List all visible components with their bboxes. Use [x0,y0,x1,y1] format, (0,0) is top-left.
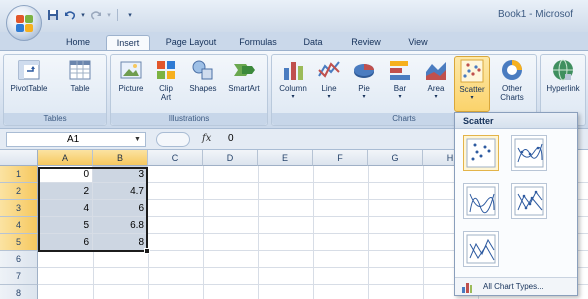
table-button[interactable]: Table [58,58,102,93]
hyperlink-label: Hyperlink [546,84,580,93]
area-chart-icon [424,58,448,82]
scatter-label: Scatter [459,85,485,94]
table-label: Table [70,84,90,93]
redo-dropdown-icon[interactable]: ▾ [106,8,112,22]
all-chart-types-label: All Chart Types... [483,282,544,291]
hyperlink-icon [551,58,575,82]
table-icon [68,58,92,82]
all-chart-types-button[interactable]: All Chart Types... [455,277,577,295]
office-button[interactable] [6,5,42,41]
shapes-icon [191,58,215,82]
shapes-button[interactable]: Shapes [185,58,221,93]
area-label: Area [427,84,445,93]
scatter-smooth-lines-markers-option[interactable] [511,135,547,171]
scatter-menu-header: Scatter [455,113,577,129]
formula-bar-expander[interactable] [156,132,190,147]
name-box-dropdown-icon[interactable]: ▼ [134,136,141,143]
all-chart-types-icon [462,283,472,293]
qat-separator [117,9,118,21]
bar-chart-button[interactable]: Bar ▾ [384,58,416,102]
fill-handle[interactable] [144,248,150,254]
scatter-straight-icon [466,234,496,264]
scatter-smooth-lines-option[interactable] [463,183,499,219]
illustrations-group: Picture Clip Art Shapes SmartArt Illustr… [110,54,268,126]
formula-area: fx 0 [156,132,456,147]
tab-formulas[interactable]: Formulas [232,35,284,51]
scatter-smooth-markers-icon [514,138,544,168]
smartart-icon [232,58,256,82]
picture-button[interactable]: Picture [113,58,149,93]
scatter-markers-only-option[interactable] [463,135,499,171]
area-chart-button[interactable]: Area ▾ [420,58,452,102]
line-chart-icon [317,58,341,82]
insert-function-icon[interactable]: fx [202,133,211,144]
pie-dropdown-icon: ▾ [362,94,366,100]
customize-qat-icon[interactable]: ▾ [123,8,137,22]
tab-view[interactable]: View [398,35,438,51]
tab-data[interactable]: Data [294,35,332,51]
line-label: Line [321,84,337,93]
shapes-label: Shapes [189,84,217,93]
clip-art-button[interactable]: Clip Art [151,58,181,102]
pivottable-button[interactable]: PivotTable [6,58,52,93]
line-dropdown-icon: ▾ [327,94,331,100]
area-dropdown-icon: ▾ [434,94,438,100]
clip-art-icon [154,58,178,82]
picture-icon [119,58,143,82]
bar-chart-icon [388,58,412,82]
scatter-markers-icon [466,138,496,168]
quick-access-toolbar: ▾ ▾ ▾ [46,7,137,23]
scatter-chart-icon [460,59,484,83]
column-chart-icon [281,58,305,82]
other-charts-icon [500,58,524,82]
column-chart-button[interactable]: Column ▾ [274,58,312,102]
hyperlink-button[interactable]: Hyperlink [541,58,585,93]
ribbon-tabs: Home Insert Page Layout Formulas Data Re… [0,32,588,51]
window-title: Book1 - Microsof [498,9,574,20]
scatter-straight-lines-markers-option[interactable] [511,183,547,219]
title-bar: ▾ ▾ ▾ Book1 - Microsof [0,0,588,32]
scatter-dropdown-icon: ▾ [470,95,474,101]
clip-art-label: Clip Art [159,84,173,102]
tab-insert[interactable]: Insert [106,35,150,51]
column-label: Column [279,84,307,93]
undo-icon[interactable] [63,8,77,22]
picture-label: Picture [118,84,144,93]
illustrations-group-label: Illustrations [111,113,267,125]
pie-chart-button[interactable]: Pie ▾ [348,58,380,102]
smartart-button[interactable]: SmartArt [223,58,265,93]
bar-label: Bar [393,84,407,93]
scatter-chart-button[interactable]: Scatter ▾ [454,56,490,112]
office-logo-icon [16,15,34,33]
save-icon[interactable] [46,8,60,22]
tables-group-label: Tables [4,113,106,125]
formula-input[interactable]: 0 [228,133,234,144]
column-dropdown-icon: ▾ [291,94,295,100]
excel-window: ▾ ▾ ▾ Book1 - Microsof Home Insert Page … [0,0,588,299]
tab-review[interactable]: Review [344,35,388,51]
other-charts-button[interactable]: Other Charts [492,58,532,102]
pie-label: Pie [358,84,370,93]
line-chart-button[interactable]: Line ▾ [314,58,344,102]
pivottable-icon [17,58,41,82]
tables-group: PivotTable Table Tables [3,54,107,126]
pivottable-label: PivotTable [10,84,48,93]
other-charts-label: Other Charts [500,84,524,102]
undo-dropdown-icon[interactable]: ▾ [80,8,86,22]
scatter-smooth-icon [466,186,496,216]
scatter-dropdown-menu: Scatter All Chart Types... [454,112,578,296]
pie-chart-icon [352,58,376,82]
tab-page-layout[interactable]: Page Layout [158,35,224,51]
redo-icon[interactable] [89,8,103,22]
tab-home[interactable]: Home [58,35,98,51]
bar-dropdown-icon: ▾ [398,94,402,100]
scatter-straight-markers-icon [514,186,544,216]
scatter-straight-lines-option[interactable] [463,231,499,267]
smartart-label: SmartArt [228,84,260,93]
name-box[interactable]: A1 [6,132,146,147]
